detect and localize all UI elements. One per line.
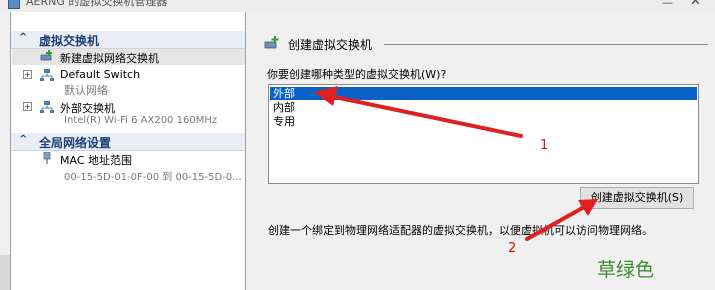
create-switch-button[interactable]: 创建虚拟交换机(S) — [580, 187, 694, 209]
switch-type-option-external[interactable]: 外部 — [270, 87, 697, 100]
window-frame-strip — [0, 255, 10, 290]
section-title: 虚拟交换机 — [39, 34, 100, 48]
new-switch-icon — [264, 36, 279, 49]
section-header-virtual-switches[interactable]: ^ 虚拟交换机 — [11, 31, 245, 49]
mac-address-icon — [43, 152, 51, 164]
sidebar-item-new-switch[interactable]: 新建虚拟网络交换机 — [12, 49, 245, 65]
annotation-marker-1: 1 — [540, 138, 549, 153]
annotation-caption: 草绿色 — [597, 259, 655, 281]
window-title-bar: AERNG 的虚拟交换机管理器 — ✕ — [0, 0, 715, 12]
section-header-global-network[interactable]: ^ 全局网络设置 — [11, 133, 245, 151]
expand-icon[interactable]: + — [23, 70, 32, 79]
group-divider — [384, 44, 708, 45]
collapse-chevron-icon[interactable]: ^ — [19, 32, 27, 43]
sidebar-item-label: 外部交换机 — [60, 102, 115, 115]
minimize-button[interactable]: — — [662, 0, 673, 9]
close-button[interactable]: ✕ — [690, 0, 701, 9]
sidebar-item-label: MAC 地址范围 — [60, 154, 132, 167]
switch-type-prompt: 你要创建哪种类型的虚拟交换机(W)? — [267, 68, 447, 81]
collapse-chevron-icon[interactable]: ^ — [19, 134, 27, 145]
new-switch-icon — [40, 50, 52, 61]
window-frame-left — [0, 12, 10, 290]
section-title: 全局网络设置 — [39, 136, 112, 150]
sidebar-item-label: Default Switch — [60, 68, 141, 81]
sidebar-item-sublabel: 默认网络 — [64, 84, 108, 97]
window-title: AERNG 的虚拟交换机管理器 — [26, 0, 168, 8]
expand-icon[interactable]: + — [23, 102, 32, 111]
switch-type-listbox[interactable]: 外部 内部 专用 — [268, 84, 699, 184]
group-title: 创建虚拟交换机 — [288, 38, 373, 52]
switch-type-description: 创建一个绑定到物理网络适配器的虚拟交换机，以便虚拟机可以访问物理网络。 — [268, 224, 653, 237]
sidebar-item-sublabel: Intel(R) Wi-Fi 6 AX200 160MHz — [64, 115, 218, 126]
annotation-marker-2: 2 — [508, 241, 517, 256]
sidebar-item-label: 新建虚拟网络交换机 — [60, 52, 159, 65]
sidebar-item-default-switch[interactable]: + Default Switch 默认网络 — [12, 67, 245, 97]
network-switch-icon — [40, 101, 54, 113]
app-icon — [8, 0, 20, 9]
switch-type-option-private[interactable]: 专用 — [270, 115, 697, 128]
switch-navigation-pane: ^ 虚拟交换机 新建虚拟网络交换机 + Default Switch 默认网络 … — [10, 12, 246, 290]
switch-type-option-internal[interactable]: 内部 — [270, 101, 697, 114]
create-switch-pane: 创建虚拟交换机 你要创建哪种类型的虚拟交换机(W)? 外部 内部 专用 创建虚拟… — [254, 12, 715, 290]
network-switch-icon — [40, 69, 54, 81]
sidebar-item-external-switch[interactable]: + 外部交换机 Intel(R) Wi-Fi 6 AX200 160MHz — [12, 99, 245, 129]
panel-splitter[interactable] — [246, 12, 254, 290]
sidebar-item-sublabel: 00-15-5D-01-0F-00 到 00-15-5D-0... — [64, 172, 242, 183]
sidebar-item-mac-range[interactable]: MAC 地址范围 00-15-5D-01-0F-00 到 00-15-5D-0.… — [12, 151, 245, 185]
